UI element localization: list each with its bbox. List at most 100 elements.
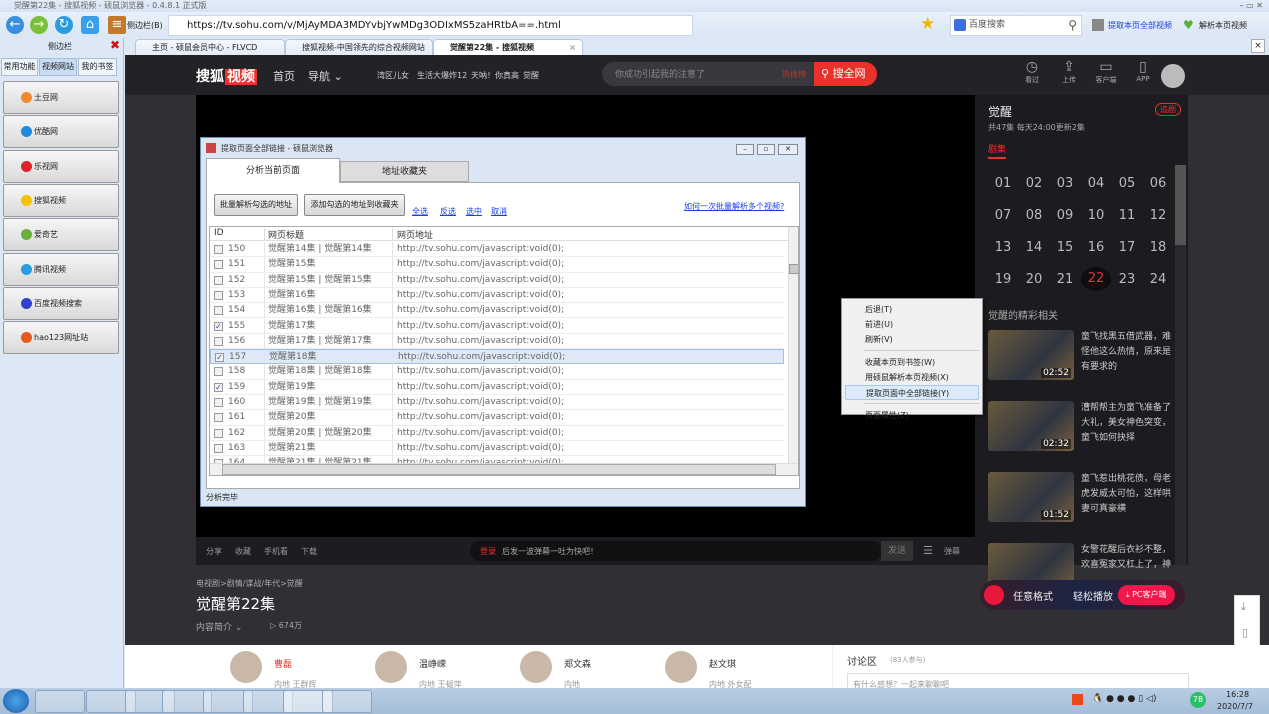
tab-analyze-page[interactable]: 分析当前页面: [206, 158, 340, 183]
episode-09[interactable]: 09: [1050, 208, 1080, 223]
share-button[interactable]: 分享: [206, 546, 222, 557]
menu-item[interactable]: 提取页面中全部链接(Y): [845, 385, 979, 400]
table-row[interactable]: 154 觉醒第16集 | 觉醒第16集 http://tv.sohu.com/jav…: [210, 303, 784, 319]
tab-sohu-home[interactable]: 搜狐视频-中国领先的综合视频网站: [285, 39, 433, 55]
parse-video-button[interactable]: 解析本页视频: [1199, 20, 1247, 31]
security-badge[interactable]: 78: [1190, 692, 1206, 708]
row-checkbox[interactable]: [214, 428, 223, 438]
row-checkbox[interactable]: ✓: [214, 321, 223, 331]
table-row[interactable]: 163 觉醒第21集 http://tv.sohu.com/javascript:v…: [210, 440, 784, 457]
episode-01[interactable]: 01: [988, 176, 1018, 191]
send-danmaku-button[interactable]: 发送: [881, 541, 913, 561]
hot-link[interactable]: 湾区儿女: [377, 70, 409, 81]
taskbar-360[interactable]: [322, 690, 372, 713]
episode-16[interactable]: 16: [1081, 240, 1111, 255]
bookmark-star-icon[interactable]: ★: [920, 14, 935, 34]
nav-menu[interactable]: 导航 ⌄: [308, 68, 343, 84]
row-checkbox[interactable]: ✓: [215, 353, 224, 363]
menu-item[interactable]: 刷新(V): [845, 332, 979, 347]
hot-link[interactable]: 天呐！你真高: [471, 70, 519, 81]
sidebar-site-button[interactable]: 百度视频搜索: [3, 286, 119, 320]
episode-08[interactable]: 08: [1019, 208, 1049, 223]
row-checkbox[interactable]: [214, 443, 223, 453]
close-tab-icon[interactable]: ×: [569, 40, 576, 55]
menu-item[interactable]: 用硕鼠解析本页视频(X): [845, 370, 979, 385]
help-link[interactable]: 如何一次批量解析多个视频?: [684, 201, 784, 212]
search-icon[interactable]: ⚲: [1068, 16, 1077, 35]
episode-12[interactable]: 12: [1143, 208, 1173, 223]
tray-icons[interactable]: 🐧 ● ● ● ▯ ◁): [1092, 694, 1156, 704]
follow-button[interactable]: 追剧: [1155, 103, 1181, 116]
episode-04[interactable]: 04: [1081, 176, 1111, 191]
table-row[interactable]: 151 觉醒第15集 http://tv.sohu.com/javascript:v…: [210, 257, 784, 273]
danmaku-toggle[interactable]: 弹幕: [944, 546, 960, 557]
select-all-link[interactable]: 全选: [412, 206, 428, 217]
window-controls[interactable]: – ▭ ✕: [1240, 0, 1263, 11]
table-row[interactable]: ✓ 157 觉醒第18集 http://tv.sohu.com/javascript:…: [210, 349, 784, 366]
select-link[interactable]: 选中: [466, 206, 482, 217]
header-monitor-button[interactable]: ▭ 客户端: [1091, 59, 1121, 85]
related-video[interactable]: 01:52 童飞惹出桃花债，母老虎发威太可怕，这样哄妻可真豪横: [988, 472, 1178, 522]
sidebar-site-button[interactable]: 腾讯视频: [3, 252, 119, 286]
table-row[interactable]: 162 觉醒第20集 | 觉醒第20集 http://tv.sohu.com/jav…: [210, 425, 784, 441]
clock-time[interactable]: 16:28: [1226, 690, 1249, 699]
episode-19[interactable]: 19: [988, 272, 1018, 287]
table-row[interactable]: 152 觉醒第15集 | 觉醒第15集 http://tv.sohu.com/jav…: [210, 272, 784, 288]
row-checkbox[interactable]: [214, 290, 223, 300]
refresh-icon[interactable]: ↻: [55, 16, 73, 34]
episode-03[interactable]: 03: [1050, 176, 1080, 191]
panel-scrollbar[interactable]: [1175, 165, 1186, 565]
menu-item[interactable]: 收藏本页到书签(W): [845, 355, 979, 370]
row-checkbox[interactable]: [214, 245, 223, 254]
row-checkbox[interactable]: [214, 306, 223, 316]
row-checkbox[interactable]: [214, 367, 223, 377]
sogou-tray-icon[interactable]: [1072, 694, 1083, 705]
hot-link[interactable]: 生活大爆炸12: [417, 70, 467, 81]
sidebar-site-button[interactable]: 乐视网: [3, 149, 119, 183]
danmaku-settings-icon[interactable]: ☰: [923, 544, 933, 557]
pc-client-promo[interactable]: 任意格式 轻松播放 ⤓ PC客户端: [980, 580, 1185, 610]
forward-icon[interactable]: →: [30, 16, 48, 34]
menu-item[interactable]: 后退(T): [845, 302, 979, 317]
table-row[interactable]: 156 觉醒第17集 | 觉醒第17集 http://tv.sohu.com/jav…: [210, 333, 784, 350]
menu-item[interactable]: 前进(U): [845, 317, 979, 332]
cancel-link[interactable]: 取消: [491, 206, 507, 217]
user-avatar[interactable]: [1161, 64, 1185, 88]
sidebar-toggle-button[interactable]: 侧边栏(B): [127, 20, 163, 31]
home-icon[interactable]: ⌂: [81, 16, 99, 34]
hot-rank-link[interactable]: 热搜榜: [782, 69, 806, 80]
download-icon[interactable]: ⤓: [1241, 600, 1246, 614]
pc-client-button[interactable]: ⤓ PC客户端: [1118, 585, 1175, 605]
vertical-scrollbar[interactable]: [788, 227, 798, 463]
episode-17[interactable]: 17: [1112, 240, 1142, 255]
table-row[interactable]: 160 觉醒第19集 | 觉醒第19集 http://tv.sohu.com/jav…: [210, 395, 784, 411]
episode-22[interactable]: 22: [1081, 267, 1111, 291]
tab-flvcd[interactable]: 主页 - 硕鼠会员中心 - FLVCD: [135, 39, 285, 55]
table-row[interactable]: ✓ 159 觉醒第19集 http://tv.sohu.com/javascript:…: [210, 379, 784, 395]
episode-15[interactable]: 15: [1050, 240, 1080, 255]
taskbar-ie[interactable]: [35, 690, 85, 713]
hot-link[interactable]: 觉醒: [523, 70, 539, 81]
nav-home[interactable]: 首页: [273, 68, 295, 84]
comment-input[interactable]: 有什么感想？一起来聊聊吧: [847, 673, 1189, 688]
table-row[interactable]: 150 觉醒第14集 | 觉醒第14集 http://tv.sohu.com/jav…: [210, 242, 784, 258]
episode-18[interactable]: 18: [1143, 240, 1173, 255]
sidebar-site-button[interactable]: 搜狐视频: [3, 183, 119, 217]
table-row[interactable]: 153 觉醒第16集 http://tv.sohu.com/javascript:v…: [210, 287, 784, 304]
extract-all-videos-button[interactable]: 提取本页全部视频: [1108, 20, 1172, 31]
login-link[interactable]: 登录: [480, 546, 496, 557]
table-row[interactable]: 158 觉醒第18集 | 觉醒第18集 http://tv.sohu.com/jav…: [210, 364, 784, 380]
close-button[interactable]: ✕: [778, 144, 798, 155]
phone-icon[interactable]: ▯: [1242, 626, 1248, 639]
episode-05[interactable]: 05: [1112, 176, 1142, 191]
tab-current[interactable]: 觉醒第22集 - 搜狐视频 ×: [433, 39, 583, 55]
site-logo[interactable]: 搜狐 视频: [196, 66, 257, 86]
site-search-button[interactable]: ⚲ 搜全网: [814, 62, 877, 86]
add-to-favorites-button[interactable]: 添加勾选的地址到收藏夹: [304, 194, 405, 216]
clock-date[interactable]: 2020/7/7: [1217, 702, 1253, 711]
header-phone-button[interactable]: ▯ APP: [1128, 59, 1158, 83]
related-video[interactable]: 02:52 童飞找黑五借武器，难怪他这么热情，原来是有要求的: [988, 330, 1178, 380]
row-checkbox[interactable]: ✓: [214, 382, 223, 392]
start-button[interactable]: [3, 689, 29, 713]
mobile-watch-button[interactable]: 手机看: [264, 546, 288, 557]
